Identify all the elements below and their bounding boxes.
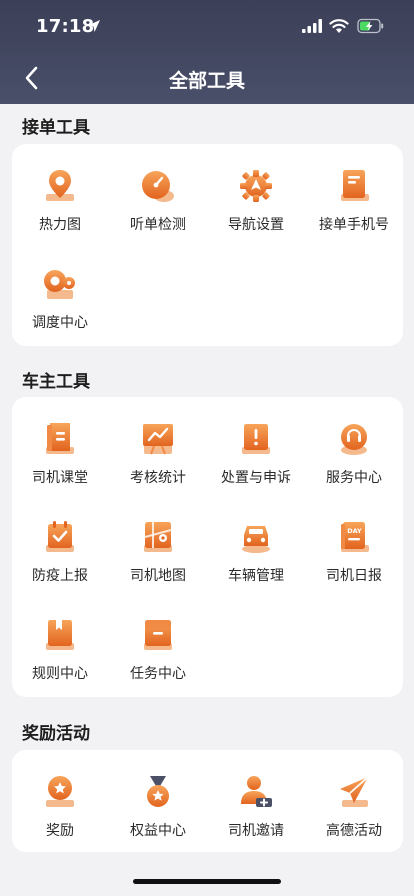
- tool-driver-map[interactable]: 司机地图: [110, 505, 206, 591]
- alert-box-icon: [242, 424, 270, 454]
- tool-label: 任务中心: [130, 666, 186, 682]
- tool-nav-settings[interactable]: 导航设置: [208, 154, 304, 240]
- gauge-icon: [142, 171, 174, 202]
- header: 17:18 全部工具: [0, 0, 414, 104]
- cellular-signal-icon: [302, 19, 322, 33]
- map-icon: [144, 522, 172, 552]
- tool-epidemic-report[interactable]: 防疫上报: [12, 505, 108, 591]
- tool-order-check[interactable]: 听单检测: [110, 154, 206, 240]
- tool-label: 司机邀请: [228, 823, 284, 839]
- day-report-icon: DAY: [341, 522, 369, 552]
- tool-order-phone[interactable]: 接单手机号: [306, 154, 402, 240]
- page-title: 全部工具: [168, 70, 245, 92]
- award-badge-icon: [46, 776, 74, 807]
- tool-benefits-center[interactable]: 权益中心: [110, 760, 206, 846]
- tool-label: 高德活动: [326, 823, 382, 839]
- status-bar: 17:18: [0, 16, 414, 40]
- tool-label: 服务中心: [326, 470, 382, 486]
- nav-bar: 全部工具: [0, 60, 414, 96]
- card-order-tools: 热力图 听单检测 导航设置 接单手机号 调度中心: [12, 144, 403, 346]
- tool-label: 司机地图: [130, 568, 186, 584]
- dispatch-wheel-icon: [44, 270, 75, 299]
- tool-label: 防疫上报: [32, 568, 88, 584]
- section-title-order-tools: 接单工具: [22, 118, 90, 138]
- phone-book-icon: [341, 170, 369, 201]
- tool-label: 处置与申诉: [221, 470, 291, 486]
- tool-heatmap[interactable]: 热力图: [12, 154, 108, 240]
- tool-assessment-stats[interactable]: 考核统计: [110, 407, 206, 493]
- rule-book-icon: [46, 620, 74, 650]
- car-icon: [242, 526, 270, 553]
- invite-user-icon: [241, 776, 272, 807]
- tool-label: 奖励: [46, 823, 74, 839]
- section-title-rewards: 奖励活动: [22, 724, 90, 744]
- chart-board-icon: [143, 424, 173, 455]
- tool-vehicle-management[interactable]: 车辆管理: [208, 505, 304, 591]
- task-box-icon: [144, 620, 172, 650]
- tool-rules-center[interactable]: 规则中心: [12, 603, 108, 689]
- svg-text:DAY: DAY: [347, 527, 362, 535]
- tool-label: 调度中心: [32, 315, 88, 331]
- tool-label: 规则中心: [32, 666, 88, 682]
- tool-driver-invite[interactable]: 司机邀请: [208, 760, 304, 846]
- battery-charging-icon: [357, 18, 384, 34]
- tool-service-center[interactable]: 服务中心: [306, 407, 402, 493]
- tool-label: 热力图: [39, 217, 81, 233]
- tool-label: 车辆管理: [228, 568, 284, 584]
- tool-label: 司机日报: [326, 568, 382, 584]
- home-indicator[interactable]: [133, 879, 281, 884]
- calendar-check-icon: [46, 521, 74, 552]
- medal-icon: [147, 776, 169, 807]
- tool-reward[interactable]: 奖励: [12, 760, 108, 846]
- card-rewards: 奖励 权益中心 司机邀请 高德活动: [12, 750, 403, 852]
- map-pin-icon: [46, 170, 74, 201]
- book-icon: [46, 423, 74, 454]
- location-arrow-icon: [88, 20, 100, 32]
- tool-label: 听单检测: [130, 217, 186, 233]
- wifi-icon: [329, 19, 349, 33]
- tool-label: 接单手机号: [319, 217, 389, 233]
- paper-plane-icon: [340, 776, 369, 807]
- gear-navigation-icon: [240, 170, 272, 202]
- tool-label: 考核统计: [130, 470, 186, 486]
- tool-label: 权益中心: [130, 823, 186, 839]
- tool-label: 导航设置: [228, 217, 284, 233]
- card-owner-tools: 司机课堂 考核统计 处置与申诉 服务中心 防疫上报 司机地图 车辆管理 DAY …: [12, 397, 403, 697]
- tool-dispatch-center[interactable]: 调度中心: [12, 252, 108, 338]
- tool-driver-daily[interactable]: DAY 司机日报: [306, 505, 402, 591]
- tool-task-center[interactable]: 任务中心: [110, 603, 206, 689]
- tool-label: 司机课堂: [32, 470, 88, 486]
- tool-appeal[interactable]: 处置与申诉: [208, 407, 304, 493]
- tool-driver-class[interactable]: 司机课堂: [12, 407, 108, 493]
- section-title-owner-tools: 车主工具: [22, 372, 90, 392]
- headset-icon: [341, 424, 367, 455]
- tool-amap-activity[interactable]: 高德活动: [306, 760, 402, 846]
